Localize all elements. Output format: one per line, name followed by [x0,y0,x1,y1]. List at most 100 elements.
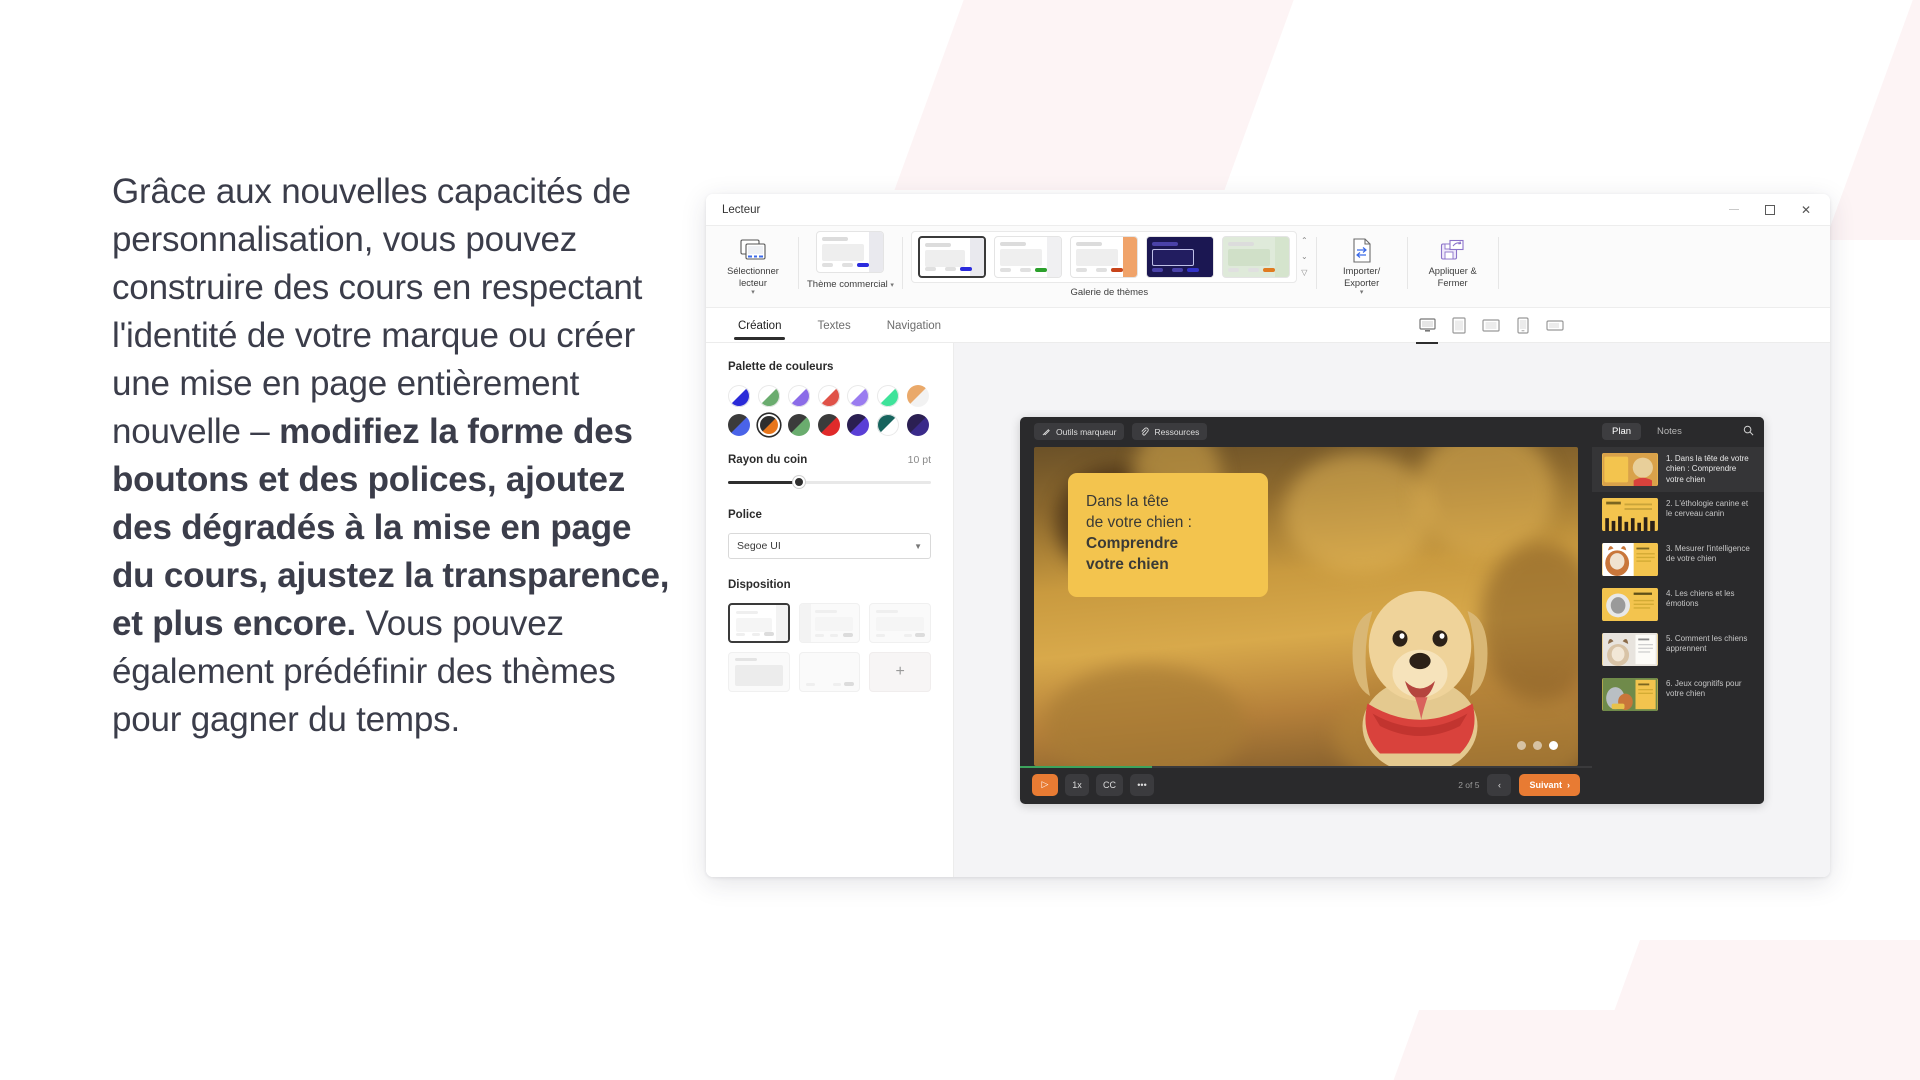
color-swatch-grid[interactable] [728,385,931,436]
ribbon-group-select-player: Sélectionner lecteur ▾ [716,231,790,307]
layout-option-3[interactable] [869,603,931,643]
plus-icon: + [895,663,905,680]
next-slide-button[interactable]: Suivant › [1519,773,1580,796]
outline-item-thumbnail [1602,587,1658,621]
outline-item-3[interactable]: 3. Mesurer l'intelligence de votre chien [1592,537,1764,582]
theme-thumbnail-4[interactable] [1145,236,1214,278]
desktop-preview-icon[interactable] [1416,314,1438,345]
apply-and-close-button[interactable]: Appliquer & Fermer [1416,231,1490,289]
slide-progress-dots[interactable] [1517,740,1558,750]
layout-option-1[interactable] [728,603,790,643]
color-swatch-10[interactable] [787,414,810,436]
device-preview-toggle-group [1416,314,1816,345]
theme-thumbnail-1[interactable] [917,236,986,278]
color-swatch-1[interactable] [728,385,750,407]
layout-add-button[interactable]: + [869,652,931,692]
ribbon-toolbar: Sélectionner lecteur ▾ Thème commercial … [706,225,1830,307]
captions-button[interactable]: CC [1096,773,1123,796]
player-settings-window: Lecteur ✕ Sélectionner lecteur ▾ Thème c… [706,194,1830,877]
color-swatch-9[interactable] [758,414,780,436]
dog-photo [1352,590,1488,766]
playback-progress-bar[interactable] [1020,765,1592,769]
resources-label: Ressources [1154,426,1200,437]
outline-item-label: 4. Les chiens et les émotions [1666,588,1735,609]
outline-item-2[interactable]: 2. L'éthologie canine et le cerveau cani… [1592,492,1764,537]
ribbon-divider [901,237,903,289]
layout-option-4[interactable] [728,652,790,692]
outline-item-5[interactable]: 5. Comment les chiens apprennent [1592,627,1764,672]
search-icon[interactable] [1743,423,1754,441]
slide-dot[interactable] [1533,740,1542,750]
tab-textes[interactable]: Textes [799,311,868,340]
slide-canvas: Dans la tête de votre chien : Comprendre… [1034,446,1578,766]
theme-thumbnail-3[interactable] [1069,236,1138,278]
color-swatch-11[interactable] [817,414,840,436]
slide-counter: 2 of 5 [1458,779,1480,790]
minimize-button[interactable] [1716,197,1752,223]
marketing-paragraph: Grâce aux nouvelles capacités de personn… [112,168,672,744]
corner-radius-header: Rayon du coin 10 pt [728,454,931,466]
playback-speed-button[interactable]: 1x [1065,773,1089,796]
marker-tools-button[interactable]: Outils marqueur [1034,423,1125,440]
slider-handle[interactable] [793,476,806,488]
maximize-button[interactable] [1752,197,1788,223]
commercial-theme-button[interactable]: Thème commercial ▾ [807,231,894,290]
color-swatch-5[interactable] [847,385,870,407]
outline-tab-notes[interactable]: Notes [1647,423,1692,440]
theme-thumbnail-5[interactable] [1221,236,1290,278]
corner-radius-label: Rayon du coin [728,454,808,466]
color-swatch-13[interactable] [877,414,900,436]
swatch-disc [757,385,780,407]
more-options-button[interactable]: ••• [1130,773,1154,796]
play-button[interactable]: ▷ [1032,773,1058,796]
outline-tab-plan[interactable]: Plan [1602,423,1642,440]
color-swatch-3[interactable] [787,385,810,407]
color-swatch-12[interactable] [847,414,870,436]
tab-navigation[interactable]: Navigation [869,311,959,340]
layout-grid[interactable]: + [728,603,931,692]
outline-list[interactable]: 1. Dans la tête de votre chien : Compren… [1592,446,1764,804]
color-swatch-4[interactable] [817,385,840,407]
panel-tabs: Création Textes Navigation [720,311,959,340]
gallery-expand-icon[interactable]: ▽ [1301,267,1307,279]
font-select[interactable]: Segoe UI ▼ [728,533,931,559]
phone-portrait-preview-icon[interactable] [1512,314,1534,336]
layout-option-2[interactable] [798,603,861,643]
chevron-down-icon: ▾ [1359,289,1364,296]
outline-item-1[interactable]: 1. Dans la tête de votre chien : Compren… [1592,446,1764,492]
select-player-button[interactable]: Sélectionner lecteur ▾ [716,231,790,296]
player-top-toolbar: Outils marqueur Ressources [1020,417,1592,447]
import-export-button[interactable]: Importer/ Exporter ▾ [1325,231,1399,296]
gallery-scroll-controls[interactable]: ⌃ ⌄ ▽ [1301,235,1308,279]
color-swatch-7[interactable] [907,385,930,407]
theme-thumbnail-2[interactable] [993,236,1062,278]
gallery-scroll-down-icon[interactable]: ⌄ [1301,251,1308,263]
outline-item-4[interactable]: 4. Les chiens et les émotions [1592,582,1764,627]
tablet-portrait-preview-icon[interactable] [1448,314,1470,336]
player-window-icon [740,237,766,263]
layout-option-5[interactable] [798,652,861,692]
gallery-scroll-up-icon[interactable]: ⌃ [1301,235,1308,247]
slide-dot-active[interactable] [1549,740,1558,750]
color-swatch-2[interactable] [757,385,780,407]
color-swatch-8[interactable] [728,414,750,436]
chevron-right-icon: › [1567,779,1570,790]
outline-item-6[interactable]: 6. Jeux cognitifs pour votre chien [1592,672,1764,717]
resources-button[interactable]: Ressources [1132,423,1208,440]
commercial-theme-thumbnail [816,231,885,273]
color-swatch-14[interactable] [907,414,930,436]
tablet-landscape-preview-icon[interactable] [1480,314,1502,336]
window-content: Palette de couleurs Rayon du coin 10 pt … [706,343,1830,877]
swatch-disc [877,414,900,436]
slide-dot[interactable] [1517,740,1526,750]
close-button[interactable]: ✕ [1788,197,1824,223]
color-swatch-6[interactable] [877,385,900,407]
corner-radius-slider[interactable] [728,475,931,489]
slide-title-line1: Dans la tête [1086,492,1169,510]
phone-landscape-preview-icon[interactable] [1544,314,1566,336]
theme-gallery[interactable] [910,231,1297,283]
previous-slide-button[interactable]: ‹ [1487,773,1512,796]
swatch-disc [817,385,840,407]
tab-création[interactable]: Création [720,311,799,340]
player-slide-area: Outils marqueur Ressources Dans la tête … [1020,417,1592,804]
